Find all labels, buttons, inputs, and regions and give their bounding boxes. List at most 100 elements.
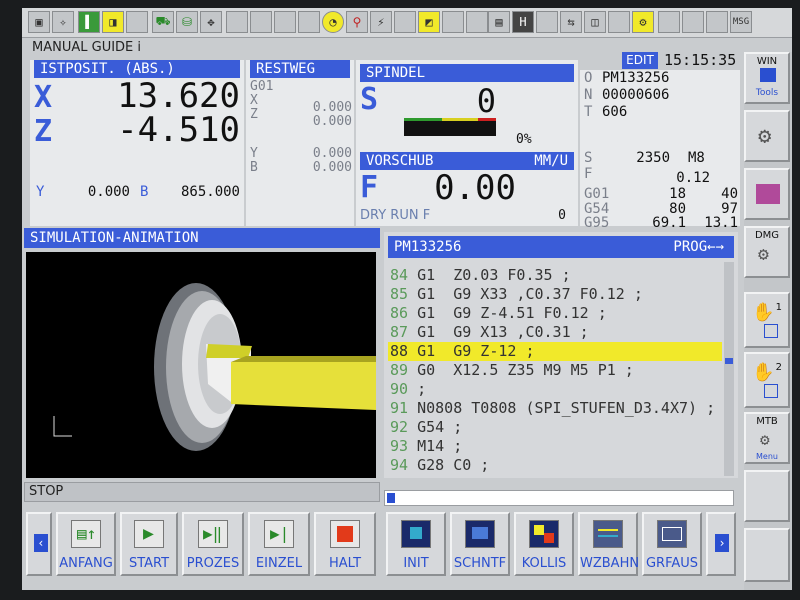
cycle-icon[interactable]: ⇆ bbox=[560, 11, 582, 33]
softkey-label: WZBAHN bbox=[580, 556, 640, 571]
tool-path-icon bbox=[593, 520, 623, 548]
blank-icon-9[interactable] bbox=[608, 11, 630, 33]
blank-icon-1[interactable] bbox=[226, 11, 248, 33]
door-icon[interactable]: ◩ bbox=[418, 11, 440, 33]
clock: 15:15:35 bbox=[664, 51, 737, 69]
m-code: M8 bbox=[688, 150, 705, 166]
blank-icon-12[interactable] bbox=[706, 11, 728, 33]
screen-icon[interactable]: ▣ bbox=[28, 11, 50, 33]
program-line[interactable]: 90 ; bbox=[390, 380, 426, 399]
load-scale-red bbox=[478, 118, 496, 121]
book-icon bbox=[756, 184, 780, 204]
program-scrollbar[interactable] bbox=[724, 262, 734, 476]
msg-icon[interactable]: MSG bbox=[730, 11, 752, 33]
softkey-halt-button[interactable]: HALT bbox=[314, 512, 376, 576]
program-listing[interactable]: 84 G1 Z0.03 F0.35 ; 85 G1 G9 X33 ,C0.37 … bbox=[388, 262, 722, 476]
line-number: 94 bbox=[390, 456, 409, 474]
vorschub-title: VORSCHUB bbox=[366, 153, 434, 169]
program-line[interactable]: 89 G0 X12.5 Z35 M9 M5 P1 ; bbox=[390, 361, 634, 380]
program-line[interactable]: 93 M14 ; bbox=[390, 437, 462, 456]
softkey-prozes-button[interactable]: ▶‖ PROZES bbox=[182, 512, 244, 576]
handwheel-icon bbox=[764, 384, 778, 398]
scrollbar-thumb[interactable] bbox=[725, 358, 733, 364]
side-blank-button-2[interactable] bbox=[744, 528, 790, 582]
n-value: 00000606 bbox=[602, 87, 670, 103]
program-panel: PM133256 PROG←→ 84 G1 Z0.03 F0.35 ; 85 G… bbox=[384, 232, 738, 478]
menu-label: Menu bbox=[756, 452, 778, 461]
dmg-button[interactable]: DMG ⚙ bbox=[744, 226, 790, 278]
blank-icon-3[interactable] bbox=[274, 11, 296, 33]
blank-icon-8[interactable] bbox=[536, 11, 558, 33]
softkey-init-button[interactable]: INIT bbox=[386, 512, 446, 576]
spindel-label: S bbox=[360, 82, 379, 117]
line-number: 85 bbox=[390, 285, 409, 303]
cnc-screen: ▣ ✧ ▌ ◨ ⛟ ⛁ ✥ ◔ ⚲ ⚡ ◩ ▤ H ⇆ ◫ ⚙ MSG MANU… bbox=[22, 8, 792, 590]
softkey-label: EINZEL bbox=[255, 556, 303, 571]
restweg-header: RESTWEG bbox=[250, 60, 350, 78]
o-label: O bbox=[584, 70, 593, 86]
softkey-start-button[interactable]: ▶ START bbox=[120, 512, 178, 576]
f-value: 0.12 bbox=[676, 170, 710, 186]
softkey-prev-button[interactable]: ‹ bbox=[26, 512, 52, 576]
spindle-speed-icon[interactable]: ◔ bbox=[322, 11, 344, 33]
win-tools-button[interactable]: WIN Tools bbox=[744, 52, 790, 104]
blank-tool-icon[interactable] bbox=[126, 11, 148, 33]
softkey-grfaus-button[interactable]: GRFAUS bbox=[642, 512, 702, 576]
softkey-kollis-button[interactable]: KOLLIS bbox=[514, 512, 574, 576]
green-mode-icon[interactable]: ▌ bbox=[78, 11, 100, 33]
lock-icon[interactable]: ◫ bbox=[584, 11, 606, 33]
probe-icon[interactable]: ⚲ bbox=[346, 11, 368, 33]
spindel-header: SPINDEL bbox=[360, 64, 574, 82]
restweg-z-label: Z bbox=[250, 107, 258, 122]
program-line[interactable]: 91 N0808 T0808 (SPI_STUFEN_D3.4X7) ; bbox=[390, 399, 715, 418]
simulation-viewport[interactable] bbox=[26, 252, 376, 478]
menu-gear-icon: ⚙ bbox=[760, 430, 770, 449]
blank-icon-2[interactable] bbox=[250, 11, 272, 33]
restweg-x-label: X bbox=[250, 93, 258, 108]
program-line-active[interactable]: 88 G1 G9 Z-12 ; bbox=[390, 342, 535, 361]
settings-button[interactable]: ⚙ bbox=[744, 110, 790, 162]
softkey-next-button[interactable]: › bbox=[706, 512, 736, 576]
tool-magazine-icon[interactable]: ▤ bbox=[488, 11, 510, 33]
blank-icon-5[interactable] bbox=[394, 11, 416, 33]
hand-1-label: 1 bbox=[775, 302, 782, 313]
line-number: 89 bbox=[390, 361, 409, 379]
blank-icon-7[interactable] bbox=[466, 11, 488, 33]
dry-run-label: DRY RUN F bbox=[360, 208, 431, 223]
blank-icon-6[interactable] bbox=[442, 11, 464, 33]
machine-icon[interactable]: ⛟ bbox=[152, 11, 174, 33]
blank-icon-11[interactable] bbox=[682, 11, 704, 33]
program-line[interactable]: 92 G54 ; bbox=[390, 418, 462, 437]
program-line[interactable]: 84 G1 Z0.03 F0.35 ; bbox=[390, 266, 571, 285]
handwheel-1-button[interactable]: ✋ 1 bbox=[744, 292, 790, 348]
softkey-label: INIT bbox=[403, 556, 429, 571]
softkey-anfang-button[interactable]: ▤↑ ANFANG bbox=[56, 512, 116, 576]
yellow-mode-icon[interactable]: ◨ bbox=[102, 11, 124, 33]
z-position-value: -4.510 bbox=[117, 110, 240, 150]
progress-fill bbox=[387, 493, 395, 503]
handwheel-2-button[interactable]: ✋ 2 bbox=[744, 352, 790, 408]
program-line[interactable]: 85 G1 G9 X33 ,C0.37 F0.12 ; bbox=[390, 285, 643, 304]
jog-icon[interactable]: ✥ bbox=[200, 11, 222, 33]
softkey-wzbahn-button[interactable]: WZBAHN bbox=[578, 512, 640, 576]
program-line[interactable]: 87 G1 G9 X13 ,C0.31 ; bbox=[390, 323, 589, 342]
softkey-einzel-button[interactable]: ▶| EINZEL bbox=[248, 512, 310, 576]
blank-icon-4[interactable] bbox=[298, 11, 320, 33]
program-line[interactable]: 86 G1 G9 Z-4.51 F0.12 ; bbox=[390, 304, 607, 323]
mtb-menu-button[interactable]: MTB ⚙ Menu bbox=[744, 412, 790, 464]
program-header: PM133256 PROG←→ bbox=[388, 236, 734, 258]
softkey-schntf-button[interactable]: SCHNTF bbox=[450, 512, 510, 576]
help-book-button[interactable] bbox=[744, 168, 790, 220]
blank-icon-10[interactable] bbox=[658, 11, 680, 33]
program-line[interactable]: 94 G28 C0 ; bbox=[390, 456, 489, 475]
coolant-icon[interactable]: ⛁ bbox=[176, 11, 198, 33]
spindel-percent: 0% bbox=[516, 132, 532, 147]
vorschub-label: F bbox=[360, 170, 379, 205]
chuck-icon[interactable]: ⚙ bbox=[632, 11, 654, 33]
signal-icon[interactable]: ⚡ bbox=[370, 11, 392, 33]
hold-icon[interactable]: H bbox=[512, 11, 534, 33]
line-number: 84 bbox=[390, 266, 409, 284]
disabled-icon[interactable]: ✧ bbox=[52, 11, 74, 33]
spindel-panel: SPINDEL S 0 0% VORSCHUB MM/U F 0.00 DRY … bbox=[356, 60, 578, 226]
side-blank-button-1[interactable] bbox=[744, 470, 790, 522]
